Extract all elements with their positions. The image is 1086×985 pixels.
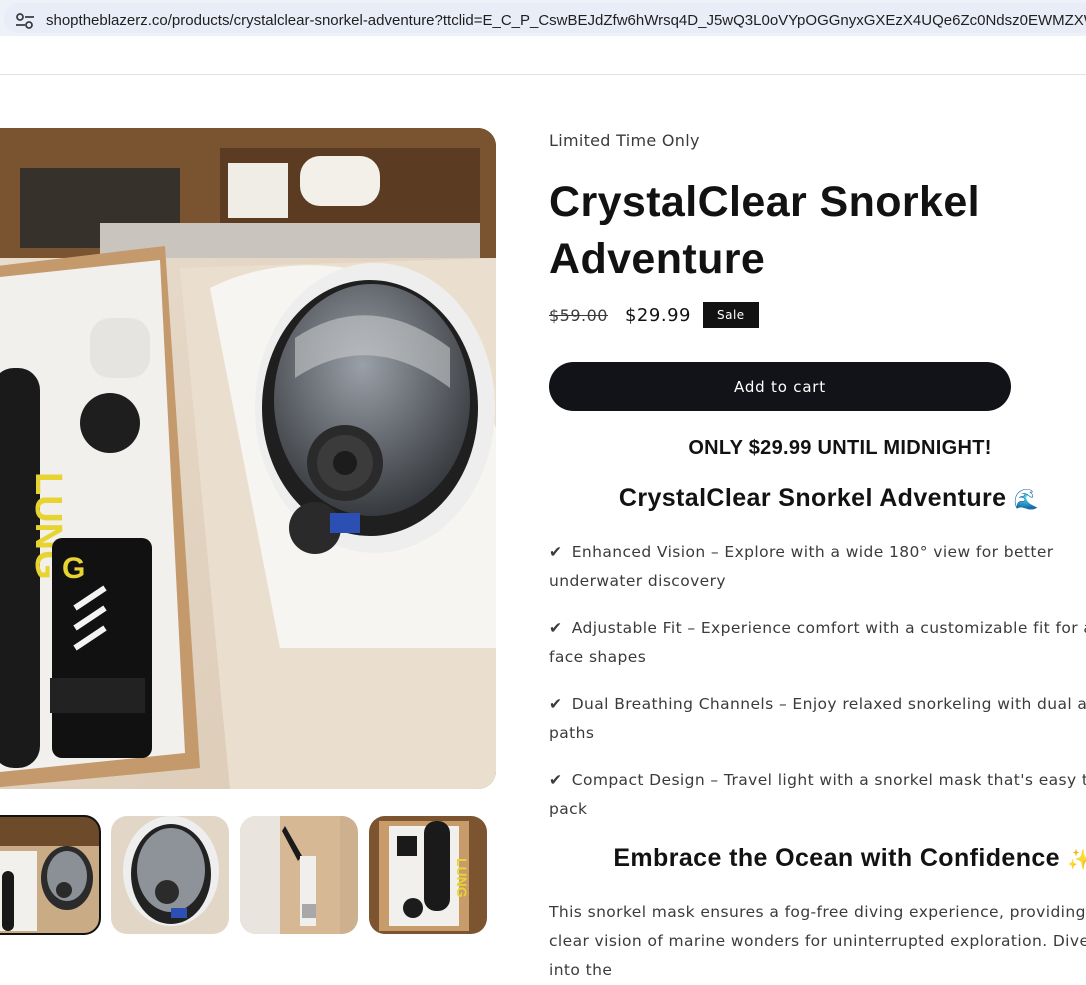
price-row: $59.00 $29.99 Sale [549, 302, 759, 328]
feature-item: ✔ Adjustable Fit – Experience comfort wi… [549, 614, 1086, 672]
header-divider [0, 74, 1086, 75]
thumbnail-2[interactable] [111, 816, 229, 934]
thumbnail-1[interactable] [0, 815, 101, 935]
secondary-heading: Embrace the Ocean with Confidence ✨ [573, 844, 1086, 873]
sale-badge: Sale [702, 302, 759, 328]
thumbnail-3[interactable] [240, 816, 358, 934]
thumbnail-4[interactable]: LUNG [369, 816, 487, 934]
description-heading: CrystalClear Snorkel Adventure 🌊 [549, 484, 1086, 513]
url-text[interactable]: shoptheblazerz.co/products/crystalclear-… [46, 12, 1086, 29]
feature-item: ✔ Dual Breathing Channels – Enjoy relaxe… [549, 690, 1086, 748]
sparkle-icon: ✨ [1067, 847, 1086, 871]
wave-icon: 🌊 [1013, 487, 1040, 511]
browser-toolbar: shoptheblazerz.co/products/crystalclear-… [0, 0, 1086, 36]
check-icon: ✔ [549, 771, 563, 789]
feature-name: Dual Breathing Channels [571, 695, 774, 713]
svg-text:LUNG: LUNG [454, 858, 470, 898]
feature-name: Compact Design [571, 771, 706, 789]
sale-price: $29.99 [624, 304, 691, 326]
secondary-heading-text: Embrace the Ocean with Confidence [613, 844, 1060, 872]
description-body: This snorkel mask ensures a fog-free div… [549, 903, 1086, 979]
regular-price: $59.00 [549, 305, 608, 325]
feature-item: ✔ Compact Design – Travel light with a s… [549, 766, 1086, 824]
add-to-cart-button[interactable]: Add to cart [549, 362, 1011, 411]
product-title-line-1: CrystalClear Snorkel [549, 178, 981, 226]
feature-name: Adjustable Fit [571, 619, 683, 637]
check-icon: ✔ [549, 543, 563, 561]
check-icon: ✔ [549, 695, 563, 713]
feature-name: Enhanced Vision [571, 543, 706, 561]
description-heading-text: CrystalClear Snorkel Adventure [618, 484, 1007, 512]
svg-text:G: G [62, 552, 85, 585]
address-bar[interactable]: shoptheblazerz.co/products/crystalclear-… [4, 3, 1086, 33]
feature-list: ✔ Enhanced Vision – Explore with a wide … [549, 538, 1086, 842]
check-icon: ✔ [549, 619, 563, 637]
tune-icon[interactable] [14, 11, 36, 31]
product-title: CrystalClear Snorkel Adventure [549, 174, 1069, 288]
promo-text: ONLY $29.99 UNTIL MIDNIGHT! [688, 437, 992, 459]
main-product-image[interactable]: LUNG G [0, 128, 496, 789]
url-domain: shoptheblazerz.co [46, 12, 168, 29]
url-path: /products/crystalclear-snorkel-adventure… [167, 12, 1086, 29]
feature-item: ✔ Enhanced Vision – Explore with a wide … [549, 538, 1086, 596]
eyebrow-text: Limited Time Only [549, 131, 700, 150]
product-title-line-2: Adventure [549, 235, 766, 283]
